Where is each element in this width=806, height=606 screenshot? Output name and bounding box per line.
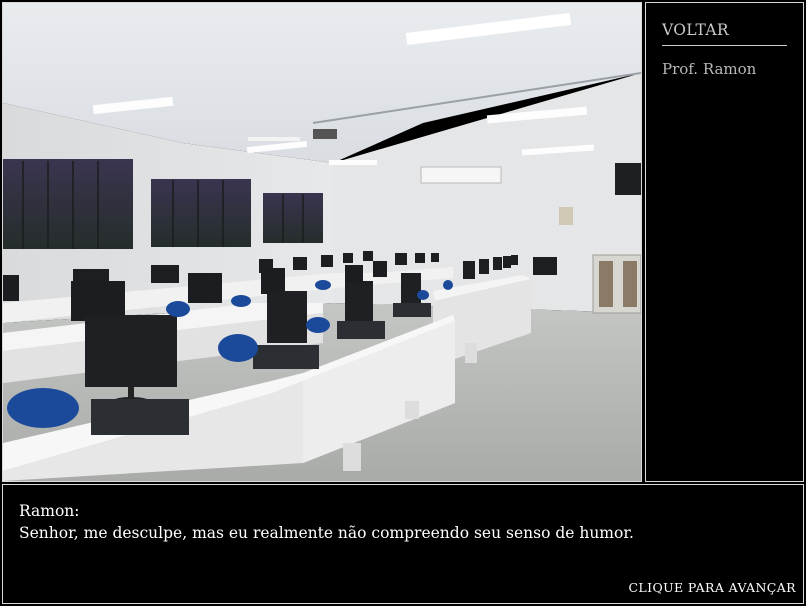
dialog-box[interactable]: Ramon: Senhor, me desculpe, mas eu realm…	[2, 484, 804, 604]
back-button[interactable]: VOLTAR	[662, 21, 787, 46]
side-menu: VOLTAR Prof. Ramon	[645, 2, 804, 482]
character-name: Prof. Ramon	[662, 60, 757, 78]
dialog-text: Senhor, me desculpe, mas eu realmente nã…	[19, 524, 634, 542]
advance-button[interactable]: CLIQUE PARA AVANÇAR	[628, 580, 796, 595]
scene-image-computer-lab	[2, 2, 642, 482]
dialog-speaker: Ramon:	[19, 502, 80, 520]
